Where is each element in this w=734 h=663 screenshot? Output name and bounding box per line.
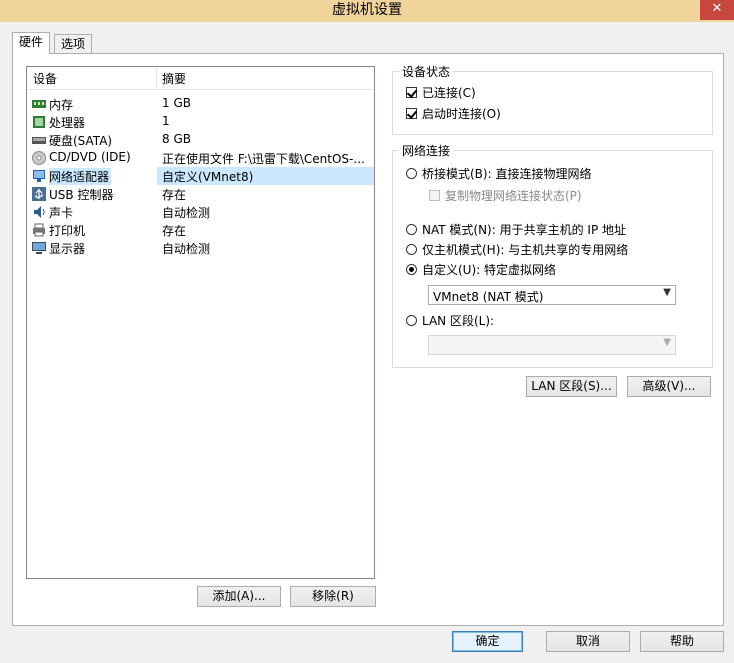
device-summary: 自定义(VMnet8) xyxy=(162,170,254,184)
help-button[interactable]: 帮助 xyxy=(640,631,724,652)
device-name: 处理器 xyxy=(49,116,86,130)
add-button[interactable]: 添加(A)... xyxy=(197,586,281,607)
ok-button[interactable]: 确定 xyxy=(452,631,523,652)
device-name: USB 控制器 xyxy=(49,188,114,202)
advanced-button[interactable]: 高级(V)... xyxy=(627,376,711,397)
device-status-title: 设备状态 xyxy=(399,63,454,80)
connect-on-power-label[interactable]: 启动时连接(O) xyxy=(422,105,501,122)
dialog-body: 硬件 选项 设备 摘要 内存 1 GB 处理器 1 硬盘(SATA) 8 GB … xyxy=(0,22,734,663)
device-summary: 存在 xyxy=(162,188,187,202)
device-row-hard-disk[interactable]: 硬盘(SATA) 8 GB xyxy=(27,131,374,149)
device-row-memory[interactable]: 内存 1 GB xyxy=(27,95,374,113)
host-only-radio[interactable] xyxy=(406,244,417,255)
device-name: 内存 xyxy=(49,98,74,112)
tab-options-label: 选项 xyxy=(61,37,86,51)
device-summary: 1 xyxy=(162,114,170,128)
cd-dvd-icon xyxy=(32,151,46,165)
device-summary: 1 GB xyxy=(162,96,191,110)
custom-network-value: VMnet8 (NAT 模式) xyxy=(433,290,544,304)
custom-label[interactable]: 自定义(U): 特定虚拟网络 xyxy=(422,261,556,278)
tab-options[interactable]: 选项 xyxy=(54,34,93,54)
close-button[interactable]: ✕ xyxy=(700,0,734,20)
device-row-usb-controller[interactable]: USB 控制器 存在 xyxy=(27,185,374,203)
bridged-label[interactable]: 桥接模式(B): 直接连接物理网络 xyxy=(422,165,591,182)
nat-label[interactable]: NAT 模式(N): 用于共享主机的 IP 地址 xyxy=(422,221,626,238)
device-row-cd-dvd[interactable]: CD/DVD (IDE) 正在使用文件 F:\迅雷下载\CentOS-... xyxy=(27,149,374,167)
tab-hardware[interactable]: 硬件 xyxy=(12,32,51,54)
display-icon xyxy=(32,242,46,254)
network-adapter-icon xyxy=(33,170,45,182)
device-status-group: 设备状态 已连接(C) 启动时连接(O) xyxy=(392,63,713,135)
device-name: 网络适配器 xyxy=(49,168,112,185)
device-name: 声卡 xyxy=(49,206,74,220)
connected-checkbox[interactable] xyxy=(406,87,417,98)
device-summary: 存在 xyxy=(162,224,187,238)
memory-icon xyxy=(32,100,46,108)
processor-icon xyxy=(33,116,45,128)
device-row-sound-card[interactable]: 声卡 自动检测 xyxy=(27,203,374,221)
device-summary: 自动检测 xyxy=(162,242,211,256)
device-summary: 8 GB xyxy=(162,132,191,146)
device-list[interactable]: 设备 摘要 内存 1 GB 处理器 1 硬盘(SATA) 8 GB CD/DVD… xyxy=(26,66,375,579)
device-summary: 正在使用文件 F:\迅雷下载\CentOS-... xyxy=(162,152,365,166)
network-connection-group: 网络连接 桥接模式(B): 直接连接物理网络 复制物理网络连接状态(P) NAT… xyxy=(392,142,713,368)
custom-radio[interactable] xyxy=(406,264,417,275)
window-title: 虚拟机设置 xyxy=(332,2,402,18)
replicate-state-label[interactable]: 复制物理网络连接状态(P) xyxy=(445,187,582,204)
device-row-network-adapter[interactable]: 网络适配器 自定义(VMnet8) xyxy=(27,167,374,185)
lan-segment-select[interactable]: ▼ xyxy=(428,335,676,355)
column-device[interactable]: 设备 xyxy=(33,70,57,87)
replicate-state-checkbox[interactable] xyxy=(429,190,440,201)
nat-radio[interactable] xyxy=(406,224,417,235)
device-name: 硬盘(SATA) xyxy=(49,134,113,148)
lan-segment-radio[interactable] xyxy=(406,315,417,326)
host-only-label[interactable]: 仅主机模式(H): 与主机共享的专用网络 xyxy=(422,241,628,258)
device-summary: 自动检测 xyxy=(162,206,211,220)
device-row-printer[interactable]: 打印机 存在 xyxy=(27,221,374,239)
bridged-radio[interactable] xyxy=(406,168,417,179)
lan-segments-button[interactable]: LAN 区段(S)... xyxy=(526,376,617,397)
tab-hardware-label: 硬件 xyxy=(19,35,44,49)
sound-card-icon xyxy=(34,206,45,218)
cancel-button[interactable]: 取消 xyxy=(546,631,630,652)
connected-label[interactable]: 已连接(C) xyxy=(422,84,476,101)
chevron-down-icon: ▼ xyxy=(663,337,671,348)
device-name: 打印机 xyxy=(49,224,86,238)
custom-network-select[interactable]: VMnet8 (NAT 模式) ▼ xyxy=(428,285,676,305)
list-header: 设备 摘要 xyxy=(27,67,374,90)
remove-button[interactable]: 移除(R) xyxy=(290,586,376,607)
close-icon: ✕ xyxy=(711,1,723,16)
title-bar: 虚拟机设置 ✕ xyxy=(0,0,734,22)
device-row-processor[interactable]: 处理器 1 xyxy=(27,113,374,131)
lan-segment-label[interactable]: LAN 区段(L): xyxy=(422,312,494,329)
connect-on-power-checkbox[interactable] xyxy=(406,108,417,119)
device-name: 显示器 xyxy=(49,242,86,256)
printer-icon xyxy=(33,223,45,237)
column-summary[interactable]: 摘要 xyxy=(162,70,186,87)
device-row-display[interactable]: 显示器 自动检测 xyxy=(27,239,374,257)
network-connection-title: 网络连接 xyxy=(399,142,454,159)
hard-disk-icon xyxy=(32,137,46,144)
usb-icon xyxy=(32,187,46,201)
device-name: CD/DVD (IDE) xyxy=(49,150,131,164)
chevron-down-icon: ▼ xyxy=(663,287,671,298)
column-divider[interactable] xyxy=(156,67,157,89)
hardware-panel: 设备 摘要 内存 1 GB 处理器 1 硬盘(SATA) 8 GB CD/DVD… xyxy=(12,53,724,626)
